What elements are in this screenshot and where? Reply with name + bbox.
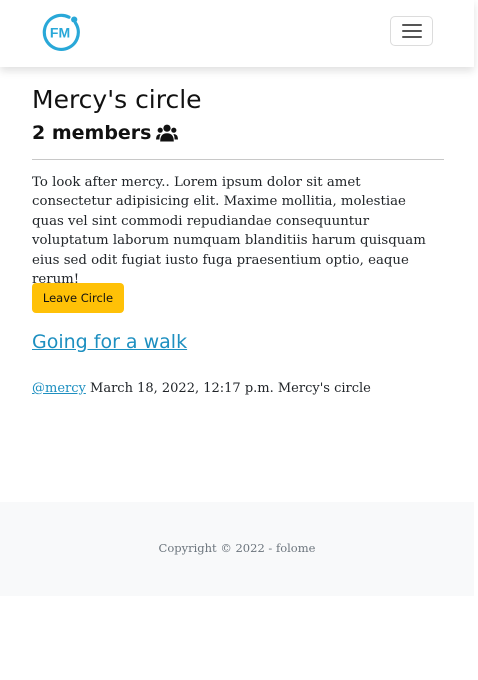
footer: Copyright © 2022 - folome bbox=[0, 502, 474, 596]
post-meta-text: March 18, 2022, 12:17 p.m. Mercy's circl… bbox=[90, 381, 371, 396]
logo-text: FM bbox=[50, 25, 70, 41]
fm-logo[interactable]: FM bbox=[39, 13, 83, 51]
author-link[interactable]: @mercy bbox=[32, 381, 86, 396]
circle-description: To look after mercy.. Lorem ipsum dolor … bbox=[32, 175, 426, 288]
members-label: 2 members bbox=[32, 122, 152, 144]
members-count: 2 members bbox=[32, 122, 179, 144]
post-title-link[interactable]: Going for a walk bbox=[32, 331, 187, 353]
copyright-text: Copyright © 2022 - folome bbox=[158, 541, 316, 555]
leave-circle-button[interactable]: Leave Circle bbox=[32, 283, 124, 313]
navbar: FM bbox=[0, 0, 474, 67]
hamburger-menu-icon[interactable] bbox=[390, 16, 433, 46]
users-icon bbox=[156, 124, 179, 142]
post-meta: @mercy March 18, 2022, 12:17 p.m. Mercy'… bbox=[32, 381, 371, 396]
divider bbox=[32, 159, 444, 160]
circle-title: Mercy's circle bbox=[32, 85, 202, 114]
